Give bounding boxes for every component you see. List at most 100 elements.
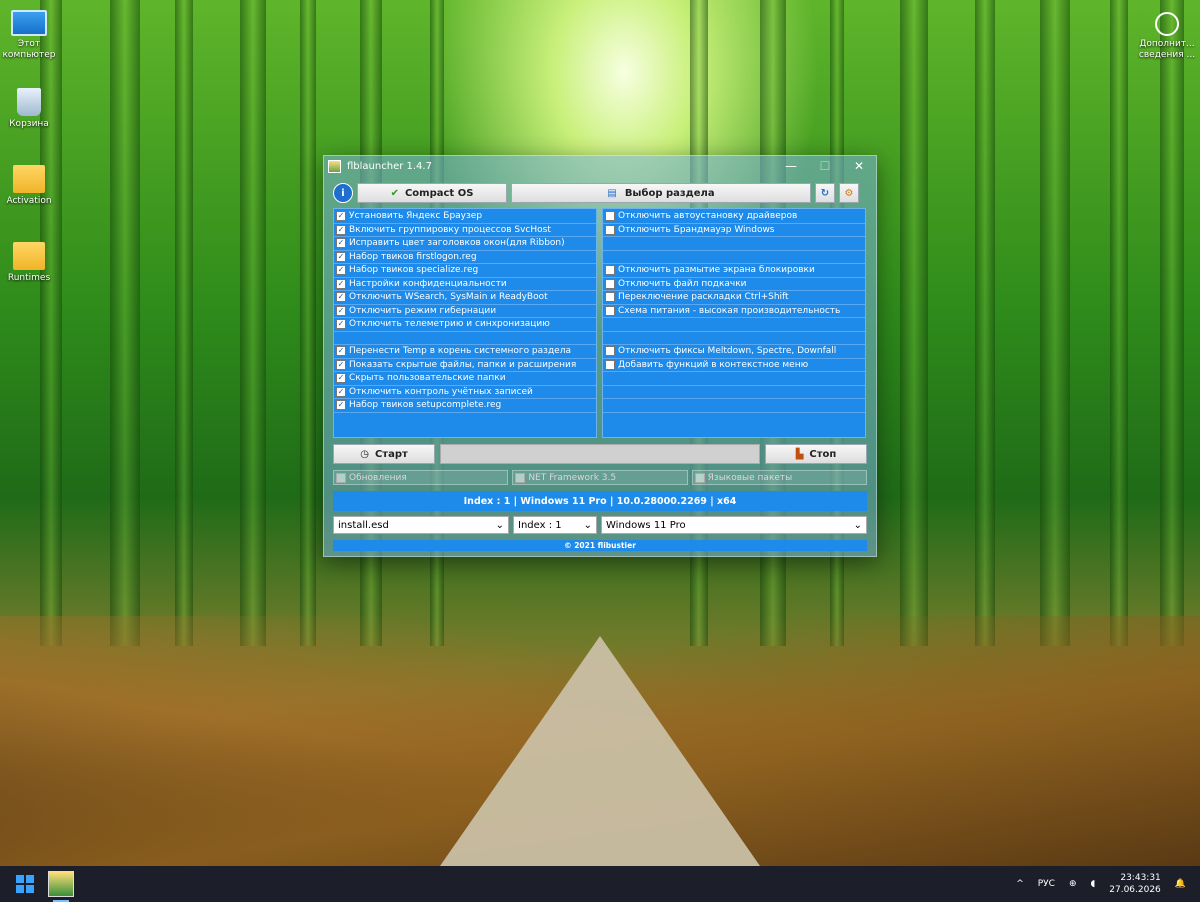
option-label: Переключение раскладки Ctrl+Shift: [618, 292, 789, 303]
checkbox[interactable]: [605, 265, 615, 276]
checkbox[interactable]: [605, 346, 615, 357]
language-indicator[interactable]: РУС: [1038, 879, 1055, 889]
maximize-button[interactable]: ☐: [808, 156, 842, 176]
checkbox[interactable]: ✓: [336, 265, 346, 276]
option-row[interactable]: Отключить автоустановку драйверов: [603, 210, 865, 224]
app-icon: [328, 159, 341, 173]
index-select[interactable]: Index : 1 ⌄: [513, 516, 597, 534]
desktop-icon-activation[interactable]: Activation: [0, 165, 58, 207]
checkbox[interactable]: ✓: [336, 400, 346, 411]
toolbar: i ✔ Compact OS ▤ Выбор раздела ↻ ⚙: [333, 183, 867, 203]
option-label: Набор твиков firstlogon.reg: [349, 251, 477, 262]
image-info-bar: Index : 1 | Windows 11 Pro | 10.0.28000.…: [333, 491, 867, 511]
desktop-icon-label: Activation: [6, 196, 52, 206]
option-row[interactable]: ✓ Отключить контроль учётных записей: [334, 386, 596, 399]
option-row[interactable]: Отключить размытие экрана блокировки: [603, 264, 865, 278]
option-row: [603, 332, 865, 345]
option-row[interactable]: Отключить фиксы Meltdown, Spectre, Downf…: [603, 345, 865, 359]
checkbox[interactable]: ✓: [336, 386, 346, 397]
check-icon: ✔: [390, 187, 399, 199]
footer-copyright: © 2021 flibustier: [333, 540, 867, 551]
minimize-button[interactable]: —: [774, 156, 808, 176]
checkbox[interactable]: [605, 224, 615, 235]
desktop-icon-label: Корзина: [9, 119, 49, 129]
option-label: Отключить фиксы Meltdown, Spectre, Downf…: [618, 346, 837, 357]
title-bar[interactable]: flblauncher 1.4.7 — ☐ ✕: [324, 156, 876, 176]
network-icon[interactable]: ⊕: [1069, 879, 1077, 889]
checkbox[interactable]: ✓: [336, 251, 346, 262]
option-row[interactable]: ✓ Набор твиков setupcomplete.reg: [334, 399, 596, 413]
option-row[interactable]: ✓ Набор твиков firstlogon.reg: [334, 251, 596, 264]
system-tray: ^ РУС ⊕ ◖ 23:43:31 27.06.2026 🔔: [1016, 872, 1200, 896]
option-row[interactable]: ✓ Исправить цвет заголовков окон(для Ribb…: [334, 237, 596, 251]
checkbox[interactable]: [605, 278, 615, 289]
refresh-button[interactable]: ↻: [815, 183, 835, 203]
start-button[interactable]: ◷ Старт: [333, 444, 435, 464]
option-label: Установить Яндекс Браузер: [349, 211, 483, 222]
updates-option: Обновления: [333, 470, 509, 485]
desktop-icon-recycle-bin[interactable]: Корзина: [0, 88, 58, 130]
checkbox[interactable]: ✓: [336, 373, 346, 384]
option-label: Схема питания - высокая производительнос…: [618, 305, 841, 316]
option-row[interactable]: ✓ Отключить WSearch, SysMain и ReadyBoot: [334, 291, 596, 305]
checkbox[interactable]: ✓: [336, 211, 346, 222]
checkbox[interactable]: [605, 305, 615, 316]
option-label: Отключить телеметрию и синхронизацию: [349, 319, 550, 330]
chevron-up-icon[interactable]: ^: [1016, 879, 1024, 889]
checkbox[interactable]: ✓: [336, 224, 346, 235]
option-row: [603, 372, 865, 386]
checkbox[interactable]: [605, 359, 615, 370]
option-label: Исправить цвет заголовков окон(для Ribbo…: [349, 238, 565, 249]
option-row[interactable]: ✓ Показать скрытые файлы, папки и расшире…: [334, 359, 596, 372]
desktop-icon-runtimes[interactable]: Runtimes: [0, 242, 58, 284]
checkbox[interactable]: ✓: [336, 346, 346, 357]
start-menu-button[interactable]: [16, 875, 34, 893]
select-partition-button[interactable]: ▤ Выбор раздела: [511, 183, 811, 203]
settings-button[interactable]: ⚙: [839, 183, 859, 203]
taskbar: ^ РУС ⊕ ◖ 23:43:31 27.06.2026 🔔: [0, 866, 1200, 902]
select-row: install.esd ⌄ Index : 1 ⌄ Windows 11 Pro…: [333, 516, 867, 534]
option-row[interactable]: ✓ Скрыть пользовательские папки: [334, 372, 596, 386]
checkbox[interactable]: [605, 292, 615, 303]
option-row[interactable]: ✓ Настройки конфиденциальности: [334, 278, 596, 291]
desktop-icon-info[interactable]: Дополнит... сведения ...: [1138, 12, 1196, 61]
option-label: Языковые пакеты: [707, 472, 793, 483]
option-row[interactable]: Переключение раскладки Ctrl+Shift: [603, 291, 865, 305]
select-value: Windows 11 Pro: [606, 519, 686, 531]
option-row[interactable]: Отключить файл подкачки: [603, 278, 865, 291]
option-row[interactable]: Схема питания - высокая производительнос…: [603, 305, 865, 318]
checkbox[interactable]: ✓: [336, 238, 346, 249]
option-row[interactable]: Добавить функций в контекстное меню: [603, 359, 865, 372]
image-file-select[interactable]: install.esd ⌄: [333, 516, 509, 534]
edition-select[interactable]: Windows 11 Pro ⌄: [601, 516, 867, 534]
checkbox[interactable]: ✓: [336, 359, 346, 370]
option-row[interactable]: ✓ Перенести Temp в корень системного разд…: [334, 345, 596, 359]
desktop-icon-this-pc[interactable]: Этот компьютер: [0, 10, 58, 61]
checkbox[interactable]: ✓: [336, 278, 346, 289]
option-row[interactable]: ✓ Установить Яндекс Браузер: [334, 210, 596, 224]
option-label: Отключить автоустановку драйверов: [618, 211, 798, 222]
option-label: Отключить WSearch, SysMain и ReadyBoot: [349, 292, 548, 303]
close-button[interactable]: ✕: [842, 156, 876, 176]
clock[interactable]: 23:43:31 27.06.2026: [1109, 872, 1161, 896]
folder-icon: [13, 165, 45, 193]
option-row[interactable]: ✓ Отключить телеметрию и синхронизацию: [334, 318, 596, 332]
checkbox[interactable]: ✓: [336, 319, 346, 330]
option-row[interactable]: ✓ Набор твиков specialize.reg: [334, 264, 596, 278]
info-icon: [1155, 12, 1179, 36]
volume-icon[interactable]: ◖: [1091, 879, 1096, 889]
option-row[interactable]: ✓ Включить группировку процессов SvcHost: [334, 224, 596, 237]
option-label: NET Framework 3.5: [528, 472, 617, 483]
option-row[interactable]: ✓ Отключить режим гибернации: [334, 305, 596, 318]
chevron-down-icon: ⌄: [495, 519, 504, 531]
stop-button[interactable]: ▙ Стоп: [765, 444, 867, 464]
info-button[interactable]: i: [333, 183, 353, 203]
option-row[interactable]: Отключить Брандмауэр Windows: [603, 224, 865, 237]
checkbox[interactable]: ✓: [336, 292, 346, 303]
taskbar-app-flblauncher[interactable]: [48, 871, 74, 902]
checkbox[interactable]: ✓: [336, 305, 346, 316]
notification-icon[interactable]: 🔔: [1175, 879, 1186, 889]
option-label: Перенести Temp в корень системного разде…: [349, 346, 571, 357]
checkbox[interactable]: [605, 211, 615, 222]
compact-os-button[interactable]: ✔ Compact OS: [357, 183, 507, 203]
